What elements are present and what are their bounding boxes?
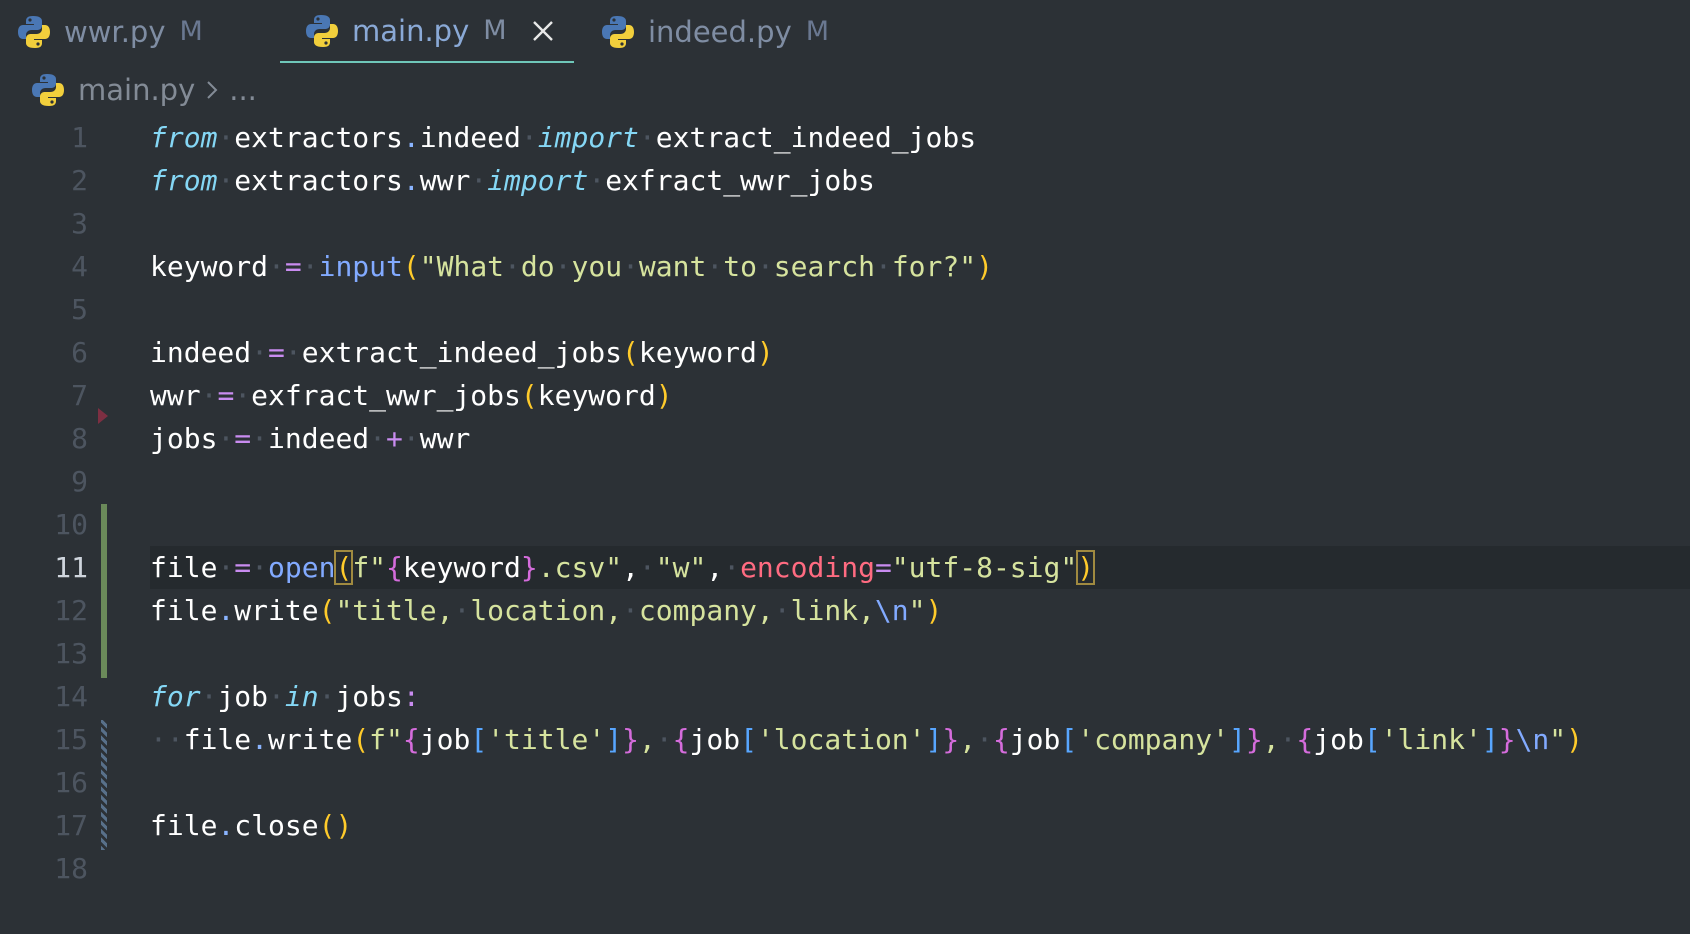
code-line: 13 (0, 632, 1690, 675)
line-number: 13 (54, 637, 88, 670)
tab-label: indeed.py (648, 14, 792, 49)
tab-indeed-py[interactable]: indeed.py M (602, 0, 829, 63)
line-number: 18 (54, 852, 88, 885)
code-line-current: 11 file·=·open(f"{keyword}.csv",·"w",·en… (0, 546, 1690, 589)
tab-wwr-py[interactable]: wwr.py M (18, 0, 203, 63)
code-text[interactable]: file.close() (150, 804, 352, 847)
line-number: 16 (54, 766, 88, 799)
code-line: 1 from·extractors.indeed·import·extract_… (0, 116, 1690, 159)
code-line: 16 (0, 761, 1690, 804)
line-number: 2 (71, 164, 88, 197)
code-text[interactable]: for·job·in·jobs: (150, 675, 420, 718)
code-text[interactable]: jobs·=·indeed·+·wwr (150, 417, 470, 460)
close-icon[interactable] (531, 19, 555, 43)
tab-bar: wwr.py M main.py M indeed.py M (0, 0, 1690, 63)
code-line: 12 file.write("title,·location,·company,… (0, 589, 1690, 632)
line-number: 8 (71, 422, 88, 455)
code-text[interactable]: keyword·=·input("What·do·you·want·to·sea… (150, 245, 993, 288)
code-text[interactable]: wwr·=·exfract_wwr_jobs(keyword) (150, 374, 673, 417)
tab-label: wwr.py (64, 14, 166, 49)
line-number: 11 (54, 551, 88, 584)
breadcrumb-symbols[interactable]: ... (229, 73, 257, 107)
code-line: 18 (0, 847, 1690, 890)
breadcrumb[interactable]: main.py ... (32, 70, 257, 110)
code-line: 3 (0, 202, 1690, 245)
code-line: 6 indeed·=·extract_indeed_jobs(keyword) (0, 331, 1690, 374)
modified-badge: M (805, 16, 830, 47)
code-text[interactable]: indeed·=·extract_indeed_jobs(keyword) (150, 331, 774, 374)
line-number: 7 (71, 379, 88, 412)
python-icon (306, 14, 338, 47)
chevron-right-icon (207, 81, 218, 99)
line-number: 12 (54, 594, 88, 627)
code-line: 17 file.close() (0, 804, 1690, 847)
code-text[interactable]: file.write("title,·location,·company,·li… (150, 589, 942, 632)
code-line: 4 keyword·=·input("What·do·you·want·to·s… (0, 245, 1690, 288)
line-number: 15 (54, 723, 88, 756)
line-number: 5 (71, 293, 88, 326)
tab-main-py[interactable]: main.py M (280, 0, 574, 63)
code-line: 2 from·extractors.wwr·import·exfract_wwr… (0, 159, 1690, 202)
code-line: 5 (0, 288, 1690, 331)
tab-label: main.py (352, 13, 470, 48)
code-text[interactable]: from·extractors.indeed·import·extract_in… (150, 116, 976, 159)
code-line: 9 (0, 460, 1690, 503)
line-number: 10 (54, 508, 88, 541)
code-line: 7 wwr·=·exfract_wwr_jobs(keyword) (0, 374, 1690, 417)
modified-badge: M (483, 15, 507, 46)
line-number: 17 (54, 809, 88, 842)
modified-badge: M (179, 16, 203, 47)
code-line: 8 jobs·=·indeed·+·wwr (0, 417, 1690, 460)
code-line: 14 for·job·in·jobs: (0, 675, 1690, 718)
code-text[interactable]: from·extractors.wwr·import·exfract_wwr_j… (150, 159, 875, 202)
python-icon (18, 15, 50, 48)
python-icon (602, 15, 634, 48)
breadcrumb-file[interactable]: main.py (78, 73, 195, 107)
code-text[interactable]: ··file.write(f"{job['title']},·{job['loc… (150, 718, 1583, 761)
code-text[interactable]: file·=·open(f"{keyword}.csv",·"w",·encod… (150, 546, 1096, 589)
line-number: 1 (71, 121, 88, 154)
line-number: 9 (71, 465, 88, 498)
code-line: 10 (0, 503, 1690, 546)
line-number: 14 (54, 680, 88, 713)
line-number: 3 (71, 207, 88, 240)
line-number: 6 (71, 336, 88, 369)
code-line: 15 ··file.write(f"{job['title']},·{job['… (0, 718, 1690, 761)
python-icon (32, 74, 64, 106)
line-number: 4 (71, 250, 88, 283)
